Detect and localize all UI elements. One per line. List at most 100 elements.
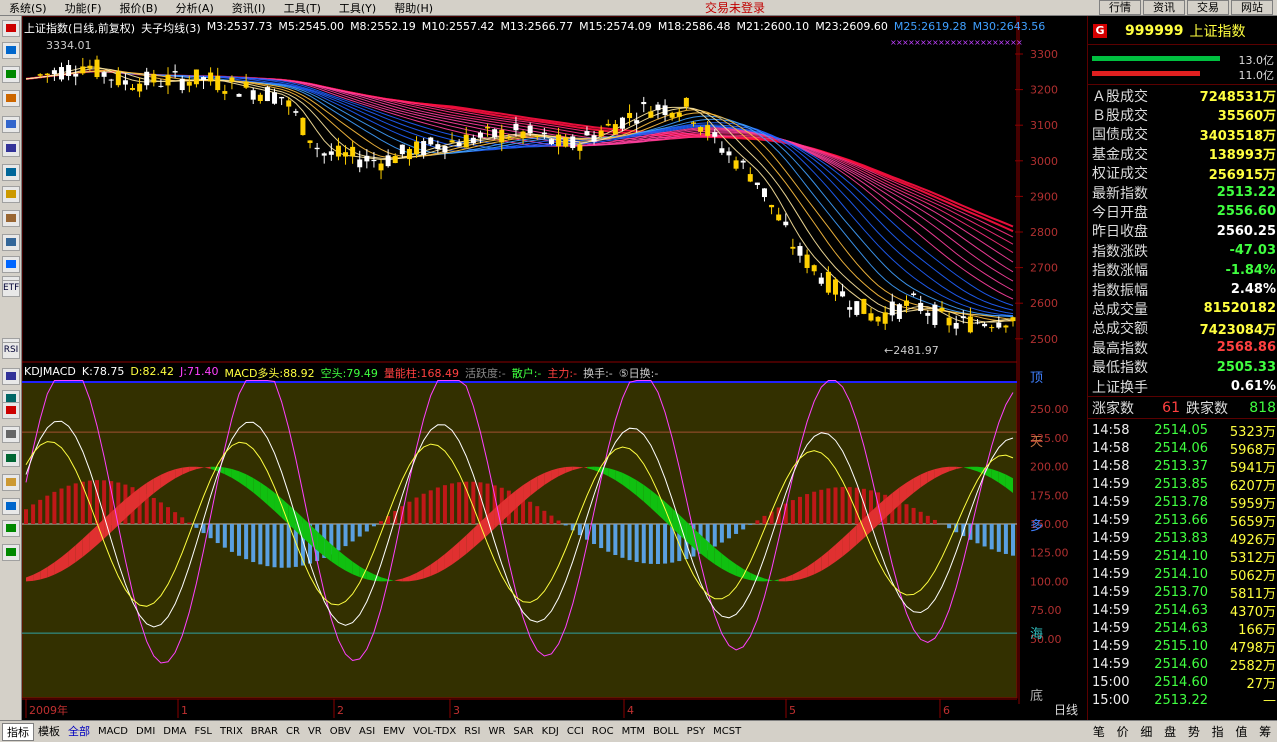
tick-row[interactable]: 14:59 2513.78 5959万 xyxy=(1092,493,1276,512)
tick-row[interactable]: 14:58 2514.06 5968万 xyxy=(1092,439,1276,458)
tick-row[interactable]: 15:00 2513.22 — xyxy=(1092,691,1276,709)
quote-tab[interactable]: 筹 xyxy=(1259,723,1271,740)
info-button[interactable]: 资讯 xyxy=(1143,0,1185,15)
menu-analysis[interactable]: 分析(A) xyxy=(167,0,223,16)
tick-row[interactable]: 14:59 2514.63 4370万 xyxy=(1092,601,1276,620)
users-icon[interactable] xyxy=(2,210,20,227)
tick-row[interactable]: 14:58 2514.05 5323万 xyxy=(1092,421,1276,440)
up-arrow-icon[interactable] xyxy=(2,520,20,537)
candle-body xyxy=(655,104,661,111)
list-icon[interactable] xyxy=(2,116,20,133)
tick-row[interactable]: 14:59 2513.83 4926万 xyxy=(1092,529,1276,548)
stat-value: 35560万 xyxy=(1217,109,1276,125)
menu-function[interactable]: 功能(F) xyxy=(56,0,111,16)
tick-row[interactable]: 14:59 2514.10 5312万 xyxy=(1092,547,1276,566)
tick-row[interactable]: 14:59 2514.60 2582万 xyxy=(1092,655,1276,674)
macd-bar xyxy=(947,524,952,529)
tick-row[interactable]: 14:59 2515.10 4798万 xyxy=(1092,637,1276,656)
candle-body xyxy=(477,132,483,138)
macd-bar xyxy=(173,512,178,525)
down-arrow-icon[interactable] xyxy=(2,544,20,561)
window-icon[interactable] xyxy=(2,256,20,273)
bar-icon[interactable] xyxy=(2,368,20,385)
multi-icon[interactable] xyxy=(2,234,20,251)
tab-dma[interactable]: DMA xyxy=(159,723,190,741)
tab-kdj[interactable]: KDJ xyxy=(538,723,563,741)
menu-info[interactable]: 资讯(I) xyxy=(223,0,275,16)
quote-tab[interactable]: 笔 xyxy=(1093,723,1105,740)
tab-macd[interactable]: MACD xyxy=(94,723,132,741)
dollar-icon[interactable] xyxy=(2,402,20,419)
quote-tab[interactable]: 价 xyxy=(1117,723,1129,740)
tick-row[interactable]: 15:00 2514.60 27万 xyxy=(1092,673,1276,692)
tab-mcst[interactable]: MCST xyxy=(709,723,745,741)
tab-sar[interactable]: SAR xyxy=(509,723,537,741)
quote-tab[interactable]: 势 xyxy=(1188,723,1200,740)
tab-模板[interactable]: 模板 xyxy=(34,723,64,741)
chart-area[interactable]: 3300 3200 3100 3000 2900 2800 2700 2600 2500 3334… xyxy=(22,16,1086,720)
tab-mtm[interactable]: MTM xyxy=(618,723,649,741)
trade-button[interactable]: 交易 xyxy=(1187,0,1229,15)
macd-bar xyxy=(1011,524,1015,556)
website-button[interactable]: 网站 xyxy=(1231,0,1273,15)
menu-quote[interactable]: 报价(B) xyxy=(111,0,167,16)
macd-bar xyxy=(244,524,249,560)
tab-全部[interactable]: 全部 xyxy=(64,723,94,741)
link-icon[interactable] xyxy=(2,426,20,443)
menu-tools-y[interactable]: 工具(Y) xyxy=(330,0,385,16)
tab-fsl[interactable]: FSL xyxy=(190,723,216,741)
menu-system[interactable]: 系统(S) xyxy=(0,0,56,16)
etf-icon[interactable]: ETF xyxy=(2,280,20,297)
quote-tab[interactable]: 盘 xyxy=(1164,723,1176,740)
tab-vr[interactable]: VR xyxy=(304,723,326,741)
candle-body xyxy=(321,153,327,156)
tab-roc[interactable]: ROC xyxy=(588,723,618,741)
tab-psy[interactable]: PSY xyxy=(683,723,710,741)
zone-label: 多 xyxy=(1030,518,1043,534)
tick-row[interactable]: 14:59 2513.70 5811万 xyxy=(1092,583,1276,602)
quote-tab[interactable]: 细 xyxy=(1140,723,1152,740)
tab-brar[interactable]: BRAR xyxy=(247,723,282,741)
menu-help[interactable]: 帮助(H) xyxy=(385,0,442,16)
tick-row[interactable]: 14:58 2513.37 5941万 xyxy=(1092,457,1276,476)
candle-body xyxy=(470,137,476,144)
rsi-icon[interactable]: RSI xyxy=(2,342,20,359)
tick-row[interactable]: 14:59 2514.63 166万 xyxy=(1092,619,1276,638)
candle-body xyxy=(378,163,384,171)
quote-tab[interactable]: 值 xyxy=(1235,723,1247,740)
g-badge: G xyxy=(1093,24,1107,38)
tab-trix[interactable]: TRIX xyxy=(216,723,247,741)
move-icon[interactable] xyxy=(2,498,20,515)
tab-emv[interactable]: EMV xyxy=(379,723,409,741)
tick-row[interactable]: 14:59 2513.85 6207万 xyxy=(1092,475,1276,494)
candle-body xyxy=(130,88,136,90)
quote-tab[interactable]: 指 xyxy=(1212,723,1224,740)
stat-label: 指数涨幅 xyxy=(1092,263,1148,280)
table-icon[interactable] xyxy=(2,140,20,157)
trade-login-status[interactable]: 交易未登录 xyxy=(705,0,765,16)
tab-cci[interactable]: CCI xyxy=(563,723,588,741)
tab-asi[interactable]: ASI xyxy=(355,723,379,741)
tab-dmi[interactable]: DMI xyxy=(132,723,159,741)
tab-wr[interactable]: WR xyxy=(484,723,509,741)
tab-boll[interactable]: BOLL xyxy=(649,723,683,741)
zoom-icon[interactable] xyxy=(2,450,20,467)
x-axis-background xyxy=(22,698,1017,720)
stat-value: 2513.22 xyxy=(1216,185,1276,200)
tab-vol-tdx[interactable]: VOL-TDX xyxy=(409,723,460,741)
candle-icon[interactable] xyxy=(2,90,20,107)
quote-button[interactable]: 行情 xyxy=(1099,0,1141,15)
tick-row[interactable]: 14:59 2514.10 5062万 xyxy=(1092,565,1276,584)
tab-cr[interactable]: CR xyxy=(282,723,304,741)
tab-指标[interactable]: 指标 xyxy=(2,722,34,741)
trend-icon[interactable] xyxy=(2,66,20,83)
grid-icon[interactable] xyxy=(2,164,20,181)
tab-obv[interactable]: OBV xyxy=(326,723,355,741)
chart-icon[interactable] xyxy=(2,20,20,37)
line-icon[interactable] xyxy=(2,42,20,59)
menu-tools[interactable]: 工具(T) xyxy=(275,0,330,16)
folder-icon[interactable] xyxy=(2,186,20,203)
pencil-icon[interactable] xyxy=(2,474,20,491)
tick-row[interactable]: 14:59 2513.66 5659万 xyxy=(1092,511,1276,530)
tab-rsi[interactable]: RSI xyxy=(460,723,484,741)
